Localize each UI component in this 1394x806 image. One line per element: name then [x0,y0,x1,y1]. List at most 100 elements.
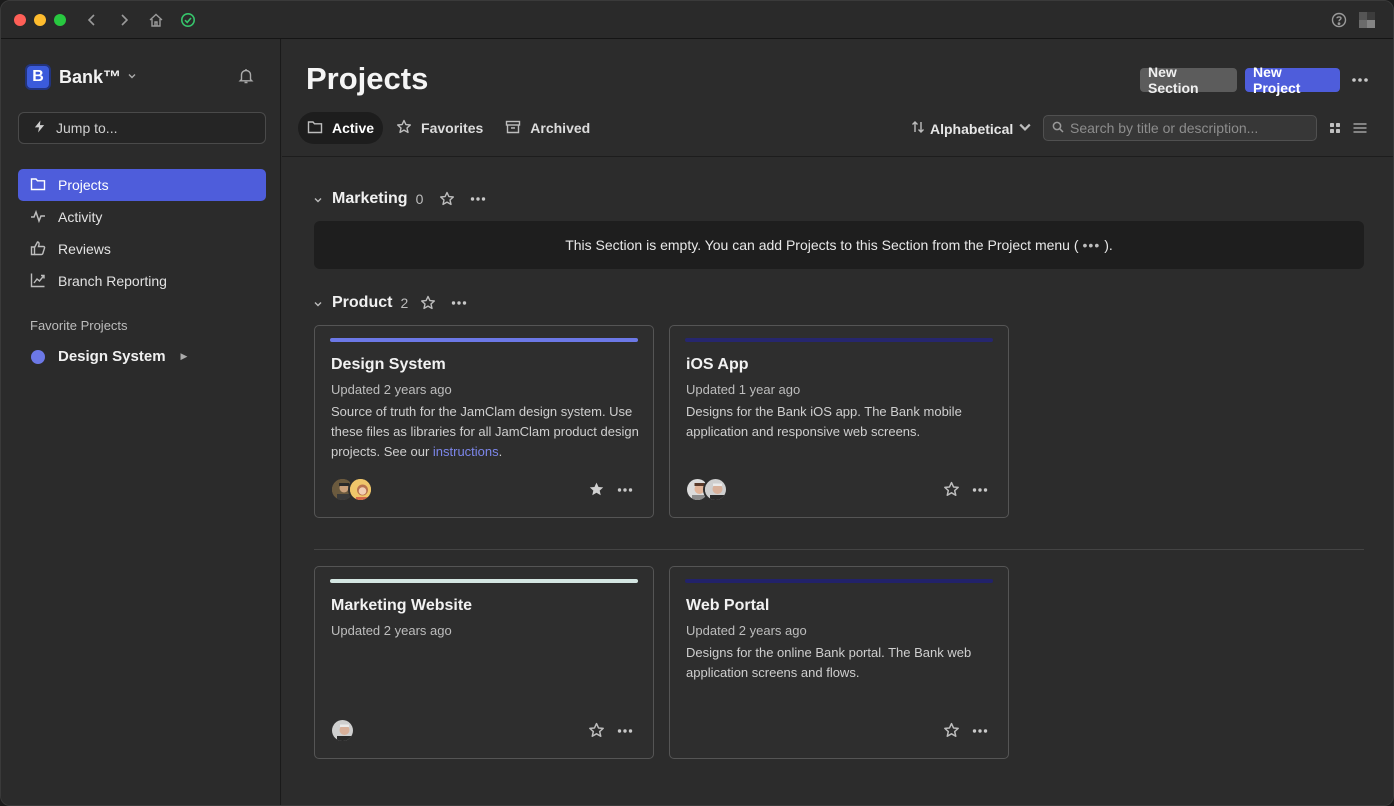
sidebar-item-projects[interactable]: Projects [18,169,266,201]
avatar[interactable] [330,718,355,743]
more-options-icon[interactable] [616,481,634,499]
team-logo: B [25,64,51,90]
close-window-button[interactable] [14,13,26,26]
sidebar: B Bank™ Jump to... Projects Activity Rev… [1,39,281,805]
chevron-down-icon[interactable] [312,193,324,205]
project-title[interactable]: Design System [331,356,446,374]
app-window: B Bank™ Jump to... Projects Activity Rev… [0,0,1394,806]
more-options-icon[interactable] [1350,70,1370,90]
chart-icon [30,272,46,291]
maximize-window-button[interactable] [54,13,66,26]
project-updated: Updated 2 years ago [331,382,452,397]
sort-label: Alphabetical [930,120,1014,137]
more-options-icon[interactable] [469,190,487,208]
page-title: Projects [306,61,429,96]
new-section-button[interactable]: New Section [1140,64,1237,96]
star-icon[interactable] [420,295,436,311]
project-color-bar [685,338,993,342]
more-options-icon[interactable] [616,722,634,740]
window-controls [14,13,66,26]
search-icon [1052,120,1064,136]
sidebar-item-reviews[interactable]: Reviews [18,233,266,265]
project-members [685,477,728,502]
lightning-icon [33,120,46,136]
sidebar-item-activity[interactable]: Activity [18,201,266,233]
project-card-web-portal[interactable]: Web Portal Updated 2 years ago Designs f… [669,566,1009,759]
empty-section-message: This Section is empty. You can add Proje… [314,221,1364,269]
sidebar-item-label: Activity [58,209,103,225]
project-updated: Updated 2 years ago [331,623,452,638]
star-icon[interactable] [588,722,605,739]
star-icon [396,119,412,138]
home-icon[interactable] [148,12,164,28]
search-field[interactable] [1043,115,1317,141]
project-description: Designs for the online Bank portal. The … [686,645,972,680]
empty-message-tail: ). [1104,237,1113,253]
avatar[interactable] [703,477,728,502]
chevron-right-icon[interactable] [116,12,132,28]
jump-to-input[interactable]: Jump to... [18,112,266,144]
project-title[interactable]: iOS App [686,356,749,374]
chevron-down-icon [1017,119,1033,138]
project-card-marketing-website[interactable]: Marketing Website Updated 2 years ago [314,566,654,759]
more-options-icon[interactable] [450,294,468,312]
sort-icon [910,119,926,138]
project-card-design-system[interactable]: Design System Updated 2 years ago Source… [314,325,654,518]
tab-label: Favorites [421,120,484,136]
more-options-icon: ••• [1082,237,1101,253]
section-header-marketing: Marketing 0 [312,190,487,208]
bell-icon[interactable] [237,67,255,85]
main-content: Projects New Section New Project Active [282,39,1393,805]
section-title: Product [332,294,393,311]
project-tabs: Active Favorites Archived [298,112,603,144]
project-description: Source of truth for the JamClam design s… [331,402,643,462]
avatar[interactable] [348,477,373,502]
project-description-tail: . [498,444,503,459]
user-avatar[interactable] [1358,11,1376,29]
project-title[interactable]: Web Portal [686,597,769,615]
project-updated: Updated 1 year ago [686,382,801,397]
check-circle-icon[interactable] [180,12,196,28]
sidebar-item-label: Projects [58,177,109,193]
project-title[interactable]: Marketing Website [331,597,472,615]
favorite-project-design-system[interactable]: Design System ▶ [31,348,187,365]
section-title: Marketing [332,190,408,207]
caret-right-icon[interactable]: ▶ [181,351,188,362]
tab-label: Archived [530,120,591,136]
star-filled-icon[interactable] [588,481,605,498]
folder-icon [30,176,46,195]
page-header: Projects New Section New Project Active [282,39,1393,157]
tab-archived[interactable]: Archived [496,112,599,144]
project-card-ios-app[interactable]: iOS App Updated 1 year ago Designs for t… [669,325,1009,518]
chevron-down-icon [127,71,137,84]
instructions-link[interactable]: instructions [433,444,499,459]
star-icon[interactable] [943,481,960,498]
chevron-down-icon[interactable] [312,297,324,309]
new-project-button[interactable]: New Project [1245,64,1340,96]
section-count: 2 [400,295,409,311]
grid-view-icon[interactable] [1328,121,1342,135]
more-options-icon[interactable] [971,481,989,499]
project-color-dot [31,349,45,364]
folder-icon [307,119,323,138]
chevron-left-icon[interactable] [84,12,100,28]
section-header-product: Product 2 [312,294,468,312]
star-icon[interactable] [439,191,455,207]
project-color-bar [330,579,638,583]
list-view-icon[interactable] [1352,121,1368,135]
star-icon[interactable] [943,722,960,739]
team-switcher[interactable]: B Bank™ [25,64,137,90]
tab-active[interactable]: Active [298,112,384,144]
more-options-icon[interactable] [971,722,989,740]
project-color-bar [685,579,993,583]
project-members [330,718,355,743]
thumbs-up-icon [30,240,46,259]
minimize-window-button[interactable] [34,13,46,26]
help-icon[interactable] [1331,12,1347,28]
search-input[interactable] [1070,120,1310,136]
activity-icon [30,208,46,227]
project-description: Designs for the Bank iOS app. The Bank m… [686,404,962,439]
sidebar-item-branch-reporting[interactable]: Branch Reporting [18,265,266,297]
sort-dropdown[interactable]: Alphabetical [910,119,1033,138]
tab-favorites[interactable]: Favorites [387,112,492,144]
